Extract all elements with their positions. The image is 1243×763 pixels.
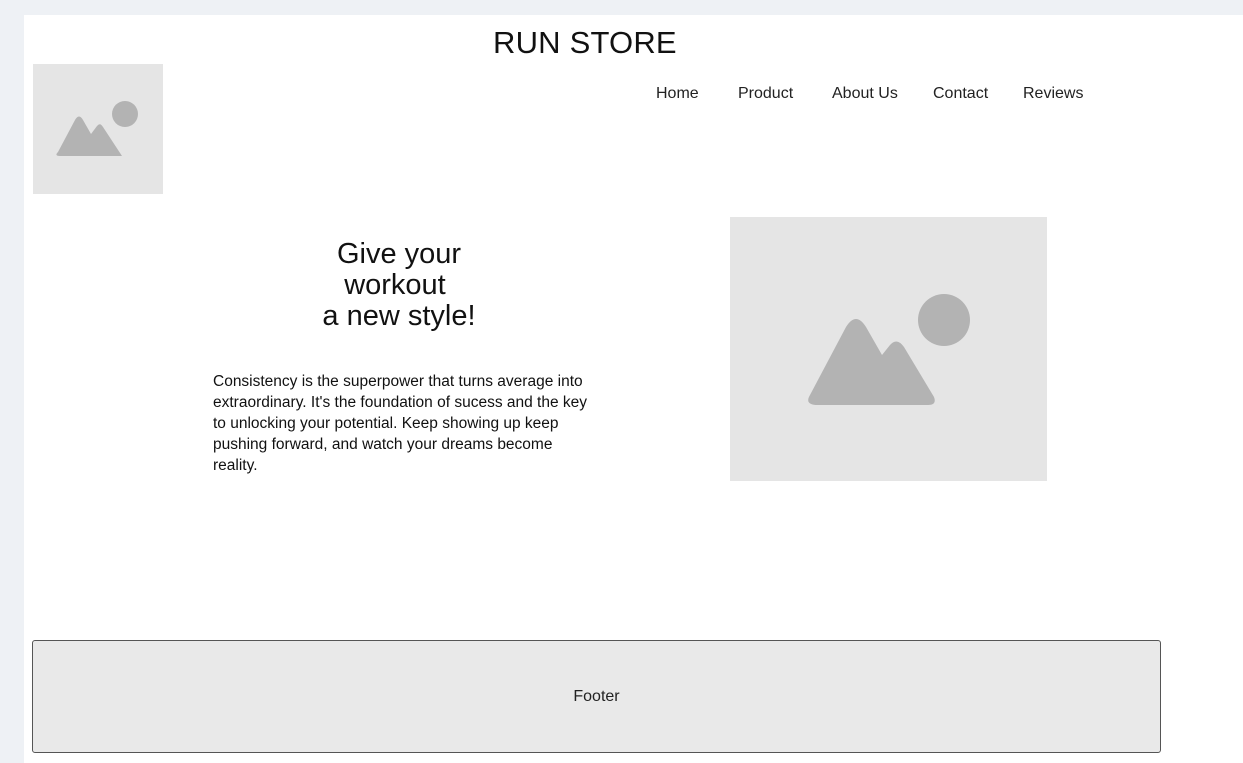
site-title: RUN STORE: [493, 25, 677, 60]
hero-description: Consistency is the superpower that turns…: [213, 373, 588, 474]
hero-heading-line: a new style!: [322, 300, 476, 332]
nav-item-about-us[interactable]: About Us: [832, 85, 898, 103]
hero-heading-line: Give your: [336, 238, 462, 270]
nav-item-home[interactable]: Home: [656, 85, 699, 103]
nav-item-product[interactable]: Product: [738, 85, 793, 103]
nav-item-contact[interactable]: Contact: [933, 85, 988, 103]
footer: Footer: [32, 640, 1161, 753]
hero-image: [730, 217, 1047, 481]
hero-heading-line: workout: [344, 269, 454, 301]
nav-item-reviews[interactable]: Reviews: [1023, 85, 1083, 103]
footer-label: Footer: [573, 687, 620, 705]
logo-image: [33, 64, 163, 194]
main-nav: Home Product About Us Contact Reviews: [24, 85, 1243, 107]
hero-heading: Give your workout a new style!: [274, 239, 524, 332]
image-placeholder-icon: [808, 294, 970, 405]
page-canvas: RUN STORE Home Product About Us Contact …: [24, 15, 1243, 763]
image-placeholder-icon: [56, 101, 138, 156]
